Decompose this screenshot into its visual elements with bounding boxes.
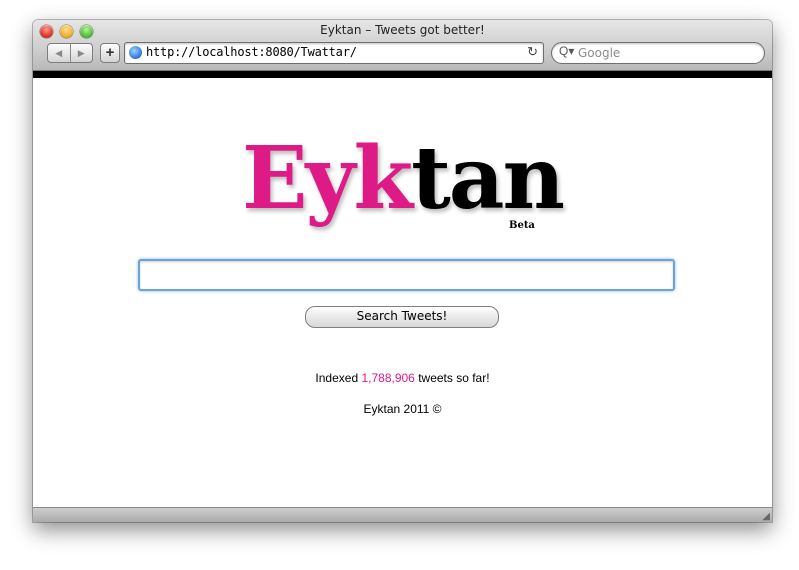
- navigation-buttons: ◀ ▶: [47, 43, 93, 63]
- address-bar[interactable]: http://localhost:8080/Twattar/ ↻: [124, 42, 544, 64]
- reload-icon[interactable]: ↻: [527, 44, 538, 60]
- globe-icon: [129, 46, 142, 59]
- titlebar: Eyktan – Tweets got better! ◀ ▶ + http:/…: [33, 20, 772, 71]
- resize-grip-icon[interactable]: ◢: [762, 511, 770, 522]
- indexed-count-text: Indexed 1,788,906 tweets so far!: [33, 371, 772, 385]
- status-bar: ◢: [33, 507, 772, 522]
- tweet-search-input[interactable]: [138, 259, 675, 291]
- plus-icon[interactable]: +: [100, 43, 120, 63]
- back-icon[interactable]: ◀: [48, 44, 71, 62]
- indexed-suffix: tweets so far!: [414, 371, 490, 385]
- search-icon[interactable]: Q▾: [559, 44, 574, 58]
- window-title: Eyktan – Tweets got better!: [320, 23, 485, 37]
- indexed-prefix: Indexed: [315, 371, 362, 385]
- url-text[interactable]: http://localhost:8080/Twattar/: [146, 45, 357, 59]
- forward-icon[interactable]: ▶: [71, 44, 93, 62]
- logo-part-eyk: Eyk: [241, 128, 413, 229]
- page-content: Eyktan Beta Search Tweets! Indexed 1,788…: [33, 78, 772, 507]
- search-placeholder: Google: [578, 46, 621, 60]
- copyright-footer: Eyktan 2011 ©: [363, 402, 442, 416]
- browser-window: Eyktan – Tweets got better! ◀ ▶ + http:/…: [33, 20, 772, 522]
- browser-search-field[interactable]: Q▾ Google: [551, 42, 765, 64]
- search-tweets-button[interactable]: Search Tweets!: [305, 306, 499, 328]
- logo-part-tan: tan: [411, 128, 565, 229]
- beta-badge: Beta: [509, 220, 535, 231]
- logo: Eyktan: [33, 136, 772, 222]
- tweet-count: 1,788,906: [361, 371, 415, 385]
- top-bar: [33, 71, 772, 78]
